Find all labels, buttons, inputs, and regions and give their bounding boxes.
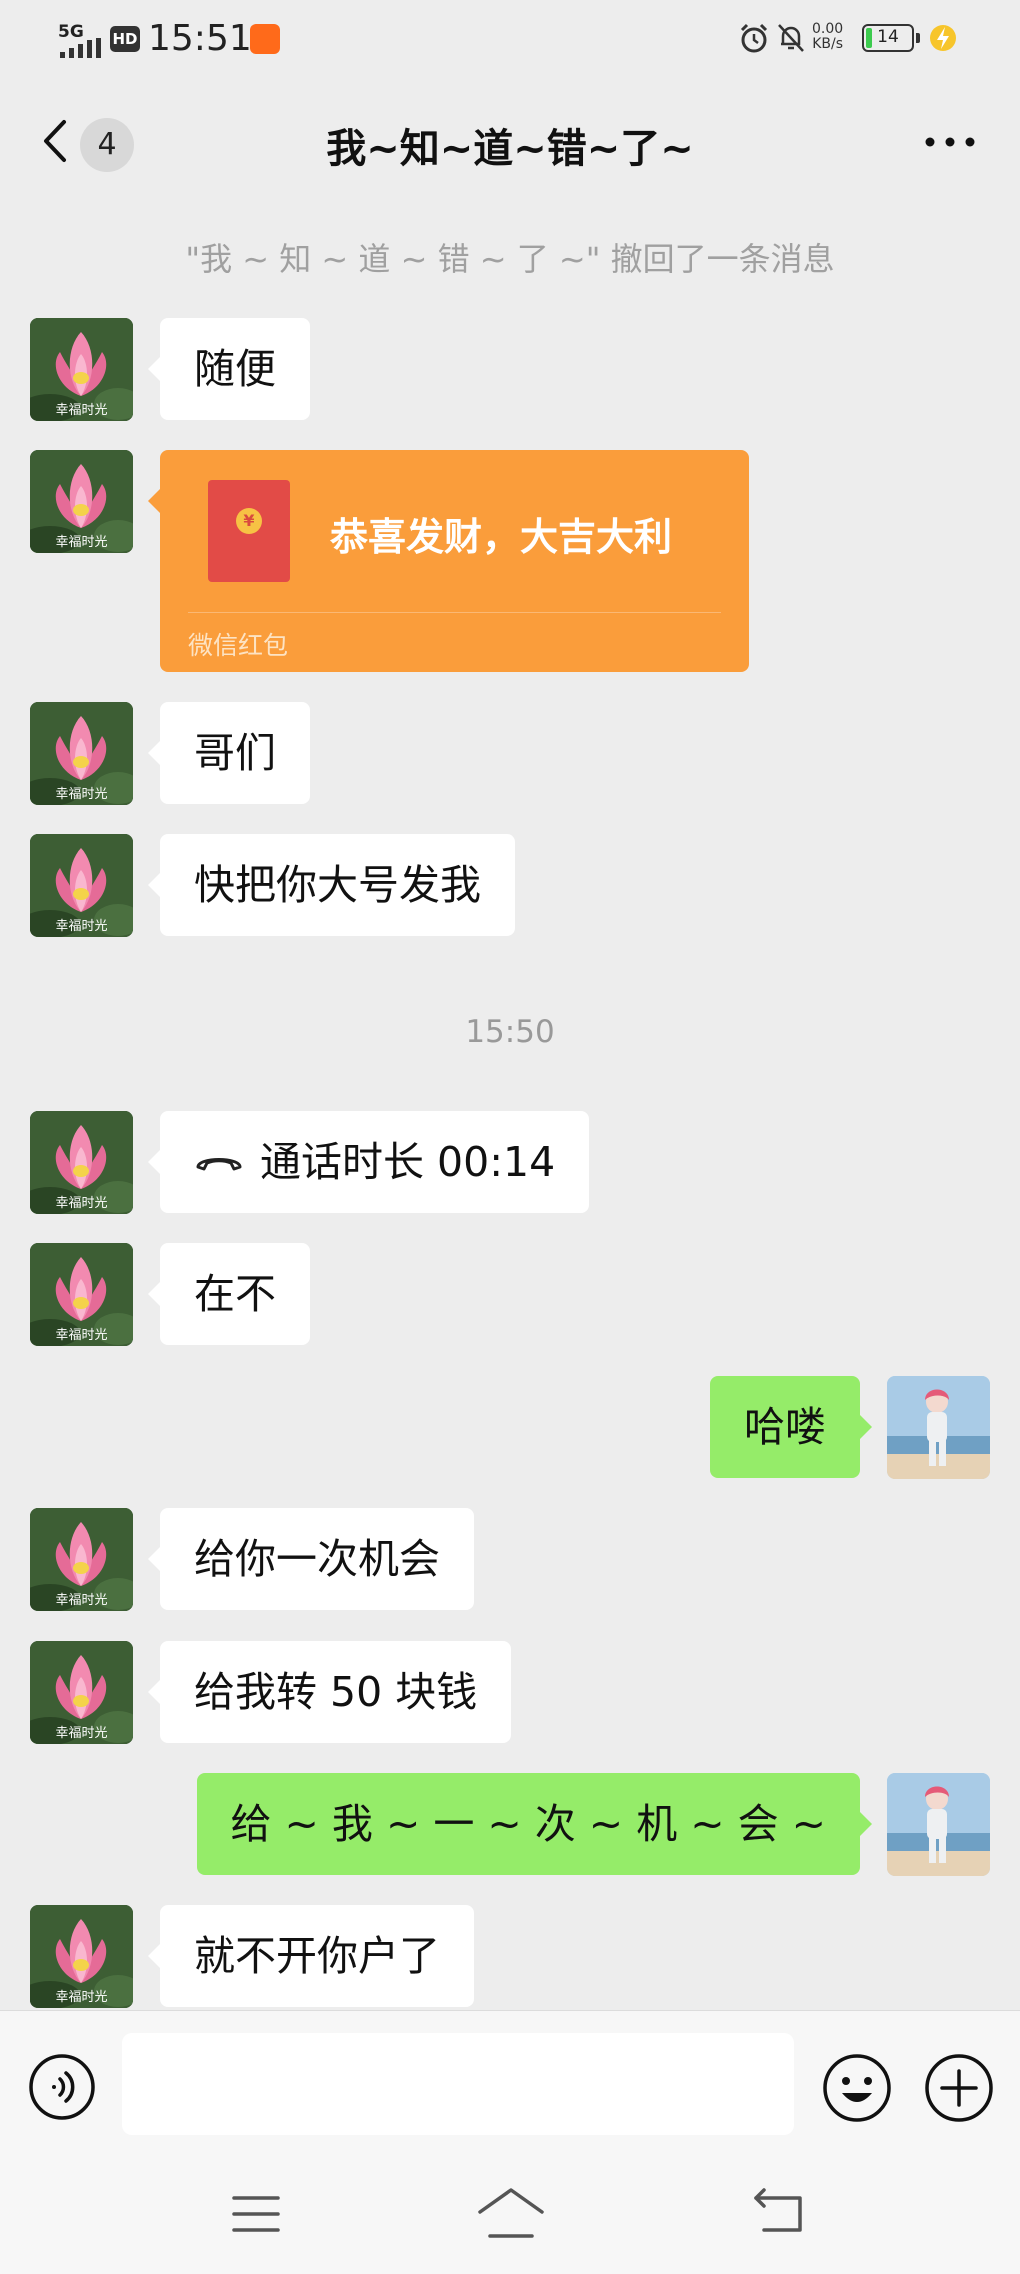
hd-badge: HD	[110, 26, 140, 52]
anime-character-image	[887, 1773, 990, 1876]
speed-value: 0.00	[812, 21, 844, 37]
clock: 15:51	[148, 18, 252, 59]
time-divider: 15:50	[465, 1014, 555, 1050]
system-nav-bar	[0, 2160, 1020, 2274]
avatar-caption: 幸福时光	[55, 787, 108, 802]
avatar-caption: 幸福时光	[55, 1593, 108, 1608]
chat-title: 我~知~道~错~了~	[326, 126, 694, 172]
divider	[188, 612, 721, 613]
battery-nub	[916, 33, 920, 43]
avatar-caption: 幸福时光	[55, 403, 108, 418]
contact-avatar[interactable]: 幸福时光	[30, 702, 133, 805]
home-icon[interactable]	[476, 2184, 546, 2244]
more-options-icon[interactable]	[920, 120, 980, 164]
app-notification-icon	[250, 24, 280, 54]
battery-indicator: 14	[862, 24, 914, 52]
phone-hangup-icon	[196, 1158, 242, 1171]
message-bubble[interactable]: 在不	[148, 1243, 310, 1345]
avatar-caption: 幸福时光	[55, 1328, 108, 1343]
avatar-caption: 幸福时光	[55, 919, 108, 934]
anime-character-image	[887, 1376, 990, 1479]
contact-avatar[interactable]: 幸福时光	[30, 318, 133, 421]
message-bubble[interactable]: 快把你大号发我	[148, 834, 515, 936]
unread-count-badge[interactable]: 4	[80, 118, 134, 172]
charging-icon	[930, 25, 956, 51]
message-bubble[interactable]: 就不开你户了	[148, 1905, 474, 2007]
message-input[interactable]	[122, 2033, 794, 2135]
message-bubble-outgoing[interactable]: 哈喽	[710, 1376, 872, 1478]
plus-icon[interactable]	[924, 2053, 994, 2123]
status-bar: 5G HD 15:51 0.00 KB/s 14	[0, 0, 1020, 80]
battery-level: 14	[877, 27, 899, 47]
message-bubble[interactable]: 给你一次机会	[148, 1508, 474, 1610]
avatar-caption: 幸福时光	[55, 1726, 108, 1741]
contact-avatar[interactable]: 幸福时光	[30, 834, 133, 937]
emoji-icon[interactable]	[822, 2053, 892, 2123]
red-packet-card[interactable]: ¥ 恭喜发财，大吉大利 微信红包	[148, 450, 749, 672]
my-avatar[interactable]	[887, 1376, 990, 1479]
avatar-caption: 幸福时光	[55, 1196, 108, 1211]
call-duration-text: 通话时长 00:14	[260, 1138, 556, 1186]
contact-avatar[interactable]: 幸福时光	[30, 1641, 133, 1744]
red-packet-title: 恭喜发财，大吉大利	[330, 515, 673, 559]
avatar-caption: 幸福时光	[55, 1990, 108, 2005]
input-bar	[0, 2010, 1020, 2160]
alarm-icon	[740, 23, 768, 53]
voice-input-icon[interactable]	[28, 2053, 96, 2121]
recall-notice: "我 ~ 知 ~ 道 ~ 错 ~ 了 ~" 撤回了一条消息	[185, 240, 835, 278]
signal-icon	[60, 38, 101, 58]
message-bubble-outgoing[interactable]: 给 ~ 我 ~ 一 ~ 次 ~ 机 ~ 会 ~	[196, 1773, 873, 1875]
wechat-chat-screen: 5G HD 15:51 0.00 KB/s 14 4 我~知~道~错~了~ "我…	[0, 0, 1020, 2274]
coin-icon: ¥	[236, 508, 262, 534]
red-packet-label: 微信红包	[188, 631, 289, 660]
back-nav-icon[interactable]	[750, 2186, 806, 2238]
message-bubble[interactable]: 给我转 50 块钱	[147, 1641, 512, 1743]
contact-avatar[interactable]: 幸福时光	[30, 450, 133, 553]
call-record-bubble[interactable]: 通话时长 00:14	[147, 1111, 590, 1213]
chat-header: 4 我~知~道~错~了~	[0, 80, 1020, 204]
red-envelope-icon: ¥	[208, 480, 290, 582]
message-bubble[interactable]: 哥们	[148, 702, 310, 804]
contact-avatar[interactable]: 幸福时光	[30, 1243, 133, 1346]
menu-icon[interactable]	[230, 2188, 282, 2240]
back-icon[interactable]	[36, 116, 76, 166]
message-bubble[interactable]: 随便	[148, 318, 310, 420]
contact-avatar[interactable]: 幸福时光	[30, 1905, 133, 2008]
contact-avatar[interactable]: 幸福时光	[30, 1111, 133, 1214]
mute-bell-icon	[778, 24, 804, 52]
network-speed: 0.00 KB/s	[812, 22, 843, 52]
contact-avatar[interactable]: 幸福时光	[30, 1508, 133, 1611]
my-avatar[interactable]	[887, 1773, 990, 1876]
avatar-caption: 幸福时光	[55, 535, 108, 550]
speed-unit: KB/s	[812, 36, 843, 52]
